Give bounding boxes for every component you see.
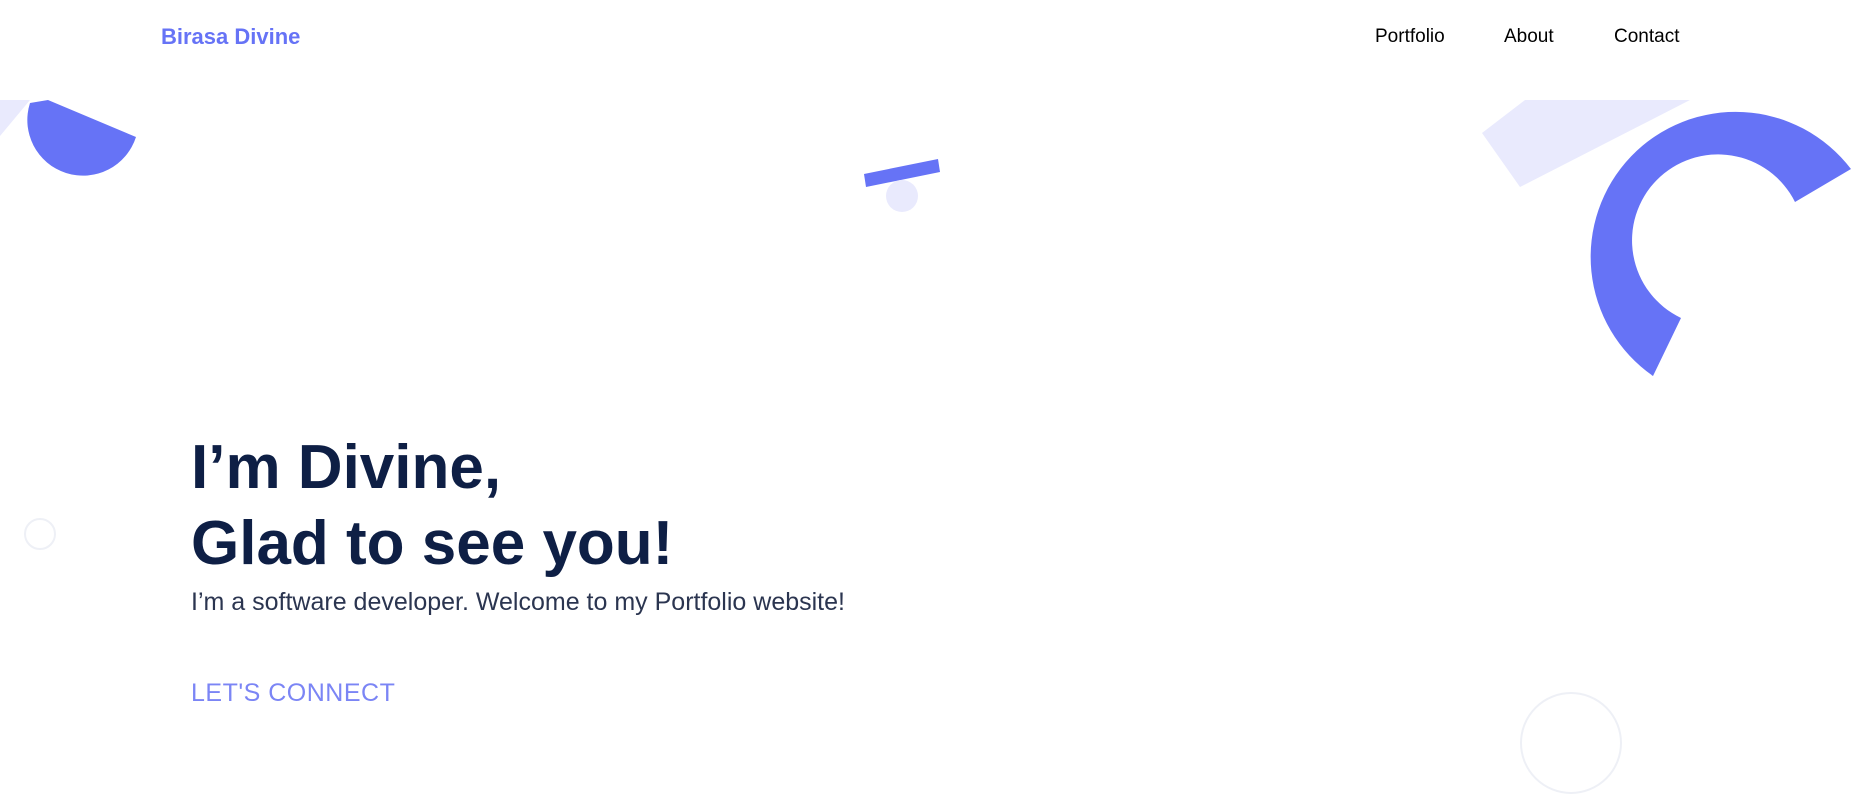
decor-outline-circle-left [24,518,56,550]
decor-light-triangle-left [0,100,30,136]
hero-subtitle: I’m a software developer. Welcome to my … [191,588,845,616]
decor-outline-circle-right [1520,692,1622,794]
nav-link-contact[interactable]: Contact [1614,26,1679,48]
nav-link-about[interactable]: About [1504,26,1554,48]
lets-connect-link[interactable]: LET'S CONNECT [191,679,395,708]
page: Birasa Divine Portfolio About Contact I’… [0,0,1857,800]
hero-title: I’m Divine, Glad to see you! [191,430,845,582]
hero-title-line-1: I’m Divine, [191,433,502,502]
decor-dot-center [886,180,918,212]
nav-links: Portfolio About Contact [0,24,1857,54]
hero-title-line-2: Glad to see you! [191,509,674,578]
nav-link-portfolio[interactable]: Portfolio [1375,26,1445,48]
decor-half-circle-left [27,100,136,176]
hero-section: I’m Divine, Glad to see you! I’m a softw… [191,430,845,617]
navbar: Birasa Divine Portfolio About Contact [0,0,1857,84]
decor-big-arc-right [1590,111,1851,377]
